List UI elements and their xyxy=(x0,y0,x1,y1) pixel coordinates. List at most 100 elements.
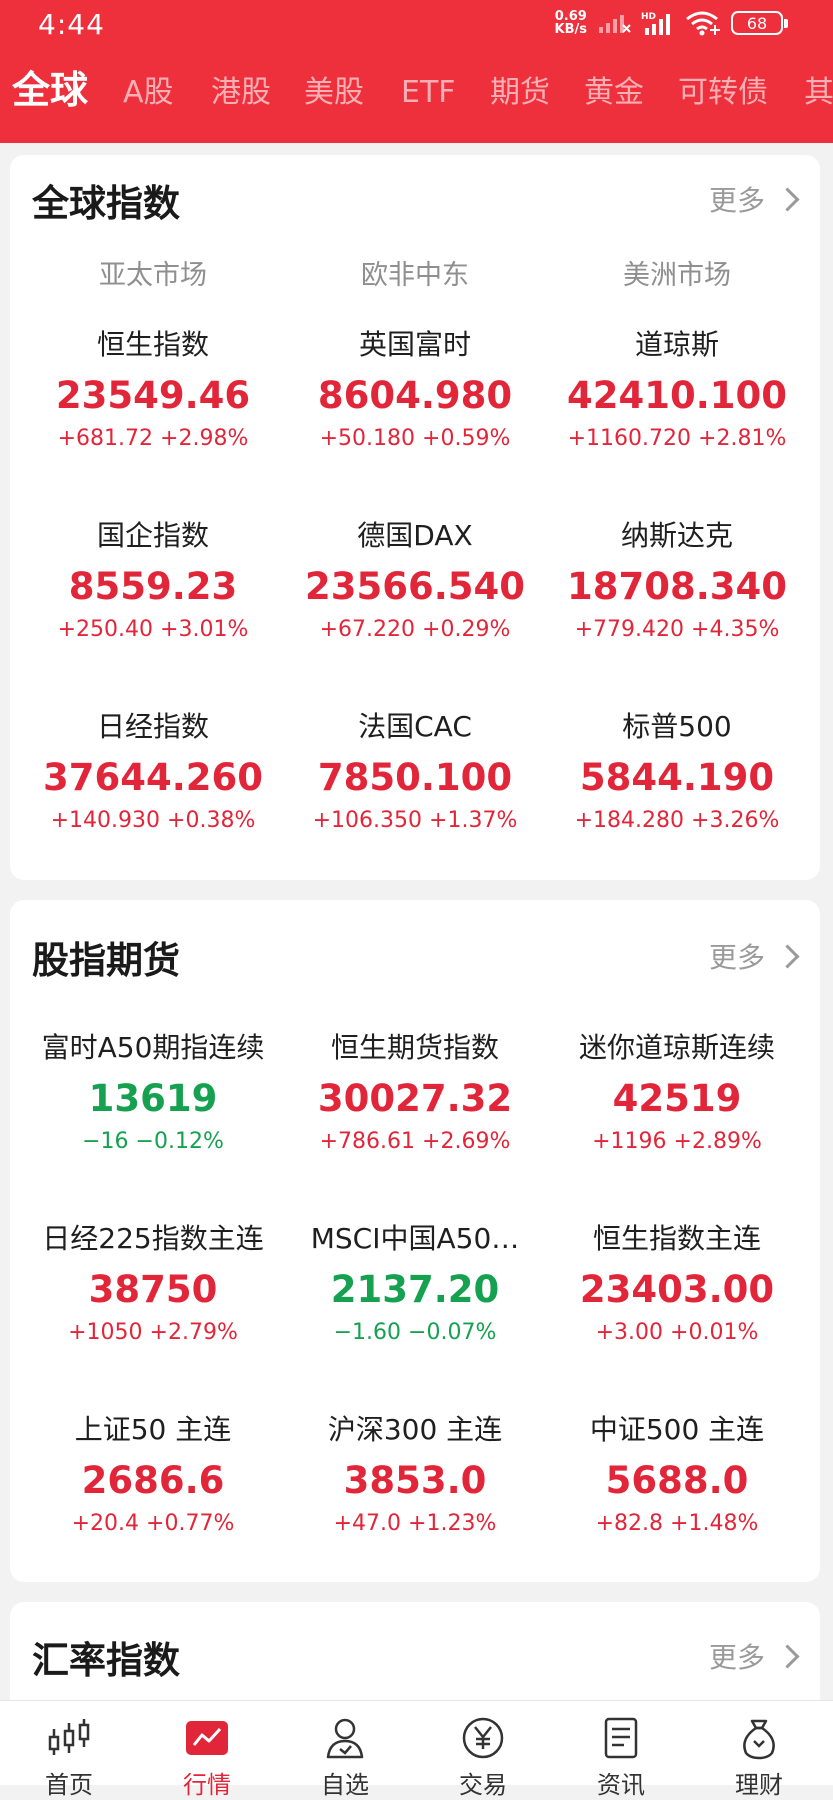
index-value: 23549.46 xyxy=(55,374,251,417)
futures-name: 迷你道琼斯连续 xyxy=(578,1031,775,1064)
futures-name: 日经225指数主连 xyxy=(42,1222,264,1255)
candlestick-icon xyxy=(48,1719,90,1755)
index-cell[interactable]: 纳斯达克 18708.340 +779.420 +4.35% xyxy=(542,518,812,644)
chevron-right-icon xyxy=(775,1643,800,1669)
tab-a-shares[interactable]: A股 xyxy=(123,68,174,118)
chevron-right-icon xyxy=(775,186,800,212)
tab-etf[interactable]: ETF xyxy=(401,68,456,118)
futures-change: +786.61 +2.69% xyxy=(319,1129,511,1154)
futures-change: +47.0 +1.23% xyxy=(333,1511,497,1536)
index-cell[interactable]: 标普500 5844.190 +184.280 +3.26% xyxy=(542,709,812,835)
region-europe-africa-middle-east[interactable]: 欧非中东 xyxy=(280,253,550,292)
futures-cell[interactable]: 沪深300 主连 3853.0 +47.0 +1.23% xyxy=(280,1412,550,1538)
index-cell[interactable]: 道琼斯 42410.100 +1160.720 +2.81% xyxy=(542,327,812,453)
news-document-icon xyxy=(604,1717,638,1759)
index-futures-card: 股指期货 更多 富时A50期指连续 13619 −16 −0.12% 恒生期货指… xyxy=(10,900,820,1582)
nav-label: 理财 xyxy=(735,1771,783,1799)
futures-value: 5688.0 xyxy=(605,1459,749,1502)
index-change: +1160.720 +2.81% xyxy=(567,426,787,451)
index-name: 标普500 xyxy=(622,710,732,743)
user-star-icon xyxy=(326,1718,364,1759)
futures-cell[interactable]: 迷你道琼斯连续 42519 +1196 +2.89% xyxy=(542,1030,812,1156)
futures-cell[interactable]: 中证500 主连 5688.0 +82.8 +1.48% xyxy=(542,1412,812,1538)
index-name: 道琼斯 xyxy=(634,328,719,361)
market-chart-icon xyxy=(186,1721,228,1755)
index-change: +250.40 +3.01% xyxy=(57,617,249,642)
nav-market[interactable]: 行情 xyxy=(138,1715,276,1800)
futures-name: 富时A50期指连续 xyxy=(41,1031,265,1064)
index-futures-more-button[interactable]: 更多 xyxy=(709,936,800,976)
svg-text:HD: HD xyxy=(641,12,656,22)
tab-gold[interactable]: 黄金 xyxy=(584,68,644,118)
index-value: 7850.100 xyxy=(317,756,513,799)
futures-value: 13619 xyxy=(88,1077,218,1120)
global-indices-card: 全球指数 更多 亚太市场 欧非中东 美洲市场 恒生指数 23549.46 +68… xyxy=(10,155,820,880)
futures-cell[interactable]: 日经225指数主连 38750 +1050 +2.79% xyxy=(18,1221,288,1347)
index-name: 法国CAC xyxy=(358,710,472,743)
futures-name: 恒生期货指数 xyxy=(330,1031,499,1064)
tab-global[interactable]: 全球 xyxy=(12,68,88,115)
futures-cell[interactable]: 恒生指数主连 23403.00 +3.00 +0.01% xyxy=(542,1221,812,1347)
region-asia-pacific[interactable]: 亚太市场 xyxy=(18,253,288,292)
global-indices-title: 全球指数 xyxy=(32,182,180,225)
index-value: 23566.540 xyxy=(304,565,525,608)
futures-name: MSCI中国A50… xyxy=(310,1222,520,1255)
global-indices-more-button[interactable]: 更多 xyxy=(709,179,800,219)
index-cell[interactable]: 国企指数 8559.23 +250.40 +3.01% xyxy=(18,518,288,644)
nav-label: 首页 xyxy=(45,1771,93,1799)
app-header: 4:44 0.69 KB/s HD 68 全球 A股 港股 美股 ETF 期货 … xyxy=(0,0,833,143)
index-cell[interactable]: 德国DAX 23566.540 +67.220 +0.29% xyxy=(280,518,550,644)
nav-label: 交易 xyxy=(459,1771,507,1799)
tab-futures[interactable]: 期货 xyxy=(490,68,550,118)
tab-hk-stocks[interactable]: 港股 xyxy=(211,68,271,118)
bottom-nav: 首页 行情 自选 交易 资讯 理财 xyxy=(0,1700,833,1799)
index-change: +184.280 +3.26% xyxy=(574,808,780,833)
tab-convertible-bonds[interactable]: 可转债 xyxy=(678,68,768,118)
index-name: 恒生指数 xyxy=(96,328,209,361)
index-value: 8604.980 xyxy=(317,374,513,417)
status-icons: 0.69 KB/s HD 68 xyxy=(554,9,788,37)
index-change: +140.930 +0.38% xyxy=(50,808,256,833)
region-americas[interactable]: 美洲市场 xyxy=(542,253,812,292)
futures-name: 上证50 主连 xyxy=(74,1413,232,1446)
index-change: +67.220 +0.29% xyxy=(319,617,511,642)
futures-change: +20.4 +0.77% xyxy=(71,1511,235,1536)
futures-change: +82.8 +1.48% xyxy=(595,1511,759,1536)
chevron-right-icon xyxy=(775,943,800,969)
index-value: 37644.260 xyxy=(42,756,263,799)
index-name: 日经指数 xyxy=(96,710,209,743)
nav-trade[interactable]: 交易 xyxy=(414,1715,552,1800)
cellular-hd-icon: HD xyxy=(641,12,670,35)
index-cell[interactable]: 日经指数 37644.260 +140.930 +0.38% xyxy=(18,709,288,835)
market-tabs: 全球 A股 港股 美股 ETF 期货 黄金 可转债 其 xyxy=(0,68,833,128)
nav-wealth[interactable]: 理财 xyxy=(690,1715,828,1800)
futures-value: 23403.00 xyxy=(579,1268,775,1311)
futures-change: +1050 +2.79% xyxy=(68,1320,238,1345)
nav-news[interactable]: 资讯 xyxy=(552,1715,690,1800)
index-name: 英国富时 xyxy=(358,328,471,361)
index-cell[interactable]: 恒生指数 23549.46 +681.72 +2.98% xyxy=(18,327,288,453)
index-cell[interactable]: 法国CAC 7850.100 +106.350 +1.37% xyxy=(280,709,550,835)
nav-home[interactable]: 首页 xyxy=(0,1715,138,1800)
futures-change: −1.60 −0.07% xyxy=(333,1320,497,1345)
battery-icon: 68 xyxy=(731,11,788,35)
futures-value: 2137.20 xyxy=(330,1268,500,1311)
tab-us-stocks[interactable]: 美股 xyxy=(304,68,364,118)
index-name: 纳斯达克 xyxy=(620,519,733,552)
cellular-off-icon xyxy=(599,15,631,33)
network-speed: 0.69 KB/s xyxy=(554,9,587,37)
futures-cell[interactable]: MSCI中国A50… 2137.20 −1.60 −0.07% xyxy=(280,1221,550,1347)
tab-other[interactable]: 其 xyxy=(804,68,833,118)
index-change: +779.420 +4.35% xyxy=(574,617,780,642)
futures-cell[interactable]: 富时A50期指连续 13619 −16 −0.12% xyxy=(18,1030,288,1156)
futures-cell[interactable]: 恒生期货指数 30027.32 +786.61 +2.69% xyxy=(280,1030,550,1156)
futures-value: 30027.32 xyxy=(317,1077,513,1120)
futures-change: −16 −0.12% xyxy=(82,1129,224,1154)
futures-cell[interactable]: 上证50 主连 2686.6 +20.4 +0.77% xyxy=(18,1412,288,1538)
money-bag-icon xyxy=(743,1719,775,1760)
futures-value: 2686.6 xyxy=(81,1459,225,1502)
fx-index-more-button[interactable]: 更多 xyxy=(709,1636,800,1676)
futures-value: 42519 xyxy=(612,1077,742,1120)
nav-watchlist[interactable]: 自选 xyxy=(276,1715,414,1800)
index-cell[interactable]: 英国富时 8604.980 +50.180 +0.59% xyxy=(280,327,550,453)
